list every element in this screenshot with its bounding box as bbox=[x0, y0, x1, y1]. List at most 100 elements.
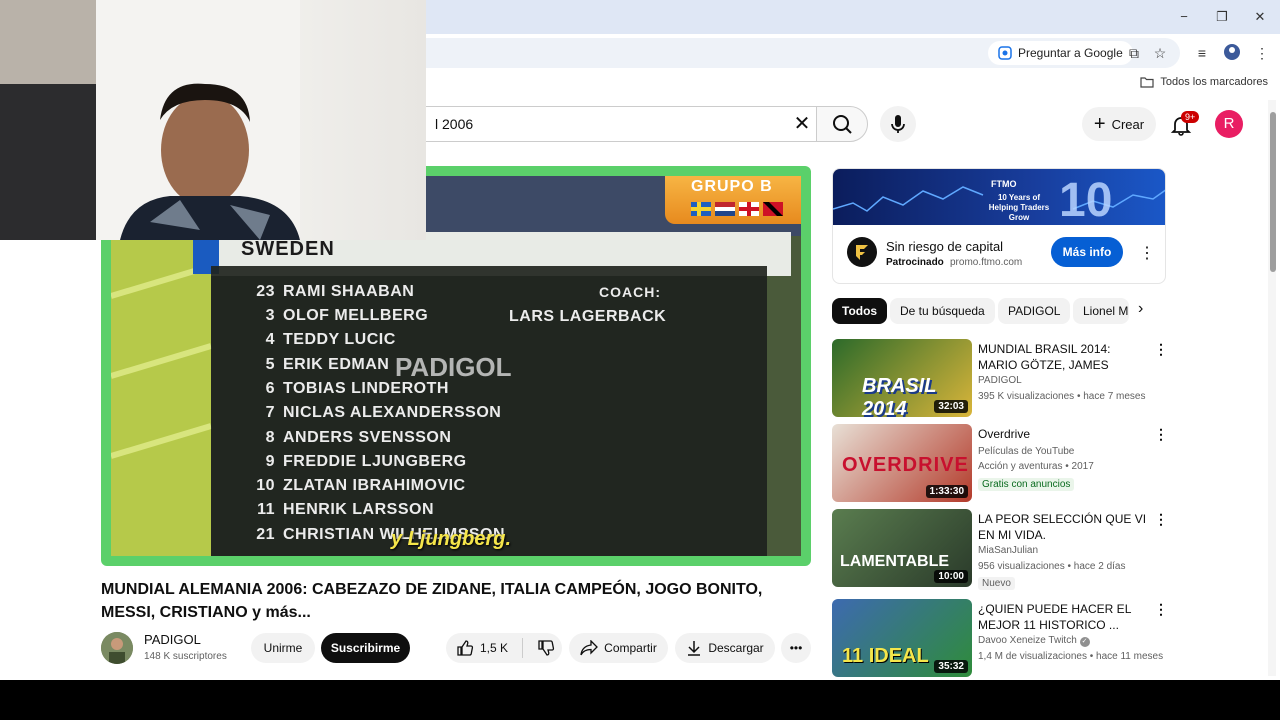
ad-banner[interactable]: FTMO 10 Years of Helping Traders Grow 10 bbox=[833, 169, 1165, 227]
star-icon[interactable]: ☆ bbox=[1150, 43, 1170, 63]
browser-screen: − ❐ ✕ Preguntar a Google ⧉ ☆ ≡ ⋮ Todos l… bbox=[0, 0, 1280, 680]
chrome-menu-icon[interactable]: ⋮ bbox=[1252, 43, 1272, 63]
lineup-row: 9 FREDDIE LJUNGBERG bbox=[265, 453, 467, 470]
channel-watermark: PADIGOL bbox=[395, 352, 512, 382]
media-control-icon[interactable]: ≡ bbox=[1192, 43, 1212, 63]
lineup-row: 4 TEDDY LUCIC bbox=[265, 331, 396, 348]
video-menu-icon[interactable]: ⋮ bbox=[1154, 601, 1168, 618]
profile-icon[interactable] bbox=[1222, 43, 1242, 63]
recommended-video[interactable]: OVERDRIVE 1:33:30 Overdrive Películas de… bbox=[832, 424, 1168, 504]
all-bookmarks[interactable]: Todos los marcadores bbox=[1140, 76, 1268, 88]
ad-sponsored-label: Patrocinado bbox=[886, 257, 944, 268]
recommended-video[interactable]: BRASIL 2014 32:03 MUNDIAL BRASIL 2014: M… bbox=[832, 339, 1168, 419]
chip-lionel[interactable]: Lionel M bbox=[1073, 298, 1129, 324]
video-menu-icon[interactable]: ⋮ bbox=[1154, 426, 1168, 443]
lineup-row: 3 OLOF MELLBERG bbox=[265, 307, 429, 324]
chip-de-tu-busqueda[interactable]: De tu búsqueda bbox=[890, 298, 995, 324]
thumbnail-text: 11 IDEAL bbox=[842, 645, 929, 667]
verified-icon: ✓ bbox=[1079, 637, 1090, 647]
channel-name[interactable]: PADIGOL bbox=[978, 375, 1022, 386]
lineup-row: 7 NICLAS ALEXANDERSSON bbox=[265, 404, 502, 421]
video-thumbnail[interactable]: LAMENTABLE 10:00 bbox=[832, 509, 972, 587]
video-thumbnail[interactable]: BRASIL 2014 32:03 bbox=[832, 339, 972, 417]
all-bookmarks-label: Todos los marcadores bbox=[1160, 76, 1268, 88]
ad-more-info-button[interactable]: Más info bbox=[1051, 237, 1123, 267]
free-with-ads-badge: Gratis con anuncios bbox=[978, 478, 1075, 491]
video-stats: 395 K visualizaciones • hace 7 meses bbox=[978, 391, 1146, 402]
channel-avatar[interactable] bbox=[101, 632, 133, 664]
webcam-person-image bbox=[0, 0, 300, 240]
ad-title[interactable]: Sin riesgo de capital bbox=[886, 239, 1003, 254]
voice-search-button[interactable] bbox=[880, 106, 916, 142]
coach-label: COACH: bbox=[599, 284, 661, 300]
minimize-icon[interactable]: − bbox=[1174, 8, 1194, 26]
chip-padigol[interactable]: PADIGOL bbox=[998, 298, 1071, 324]
channel-name[interactable]: Películas de YouTube bbox=[978, 446, 1074, 457]
recommended-video[interactable]: LAMENTABLE 10:00 LA PEOR SELECCIÓN QUE V… bbox=[832, 509, 1168, 590]
lineup-row: 10 ZLATAN IBRAHIMOVIC bbox=[256, 477, 466, 494]
search-input[interactable]: l 2006 bbox=[380, 106, 816, 142]
video-thumbnail[interactable]: OVERDRIVE 1:33:30 bbox=[832, 424, 972, 502]
lineup-row: 11 HENRIK LARSSON bbox=[257, 501, 435, 518]
download-icon bbox=[688, 641, 701, 656]
download-button[interactable]: Descargar bbox=[675, 633, 775, 663]
create-button[interactable]: + Crear bbox=[1082, 107, 1156, 141]
recommended-video[interactable]: 11 IDEAL 35:32 ¿QUIEN PUEDE HACER EL MEJ… bbox=[832, 599, 1168, 679]
close-window-icon[interactable]: ✕ bbox=[1250, 8, 1270, 26]
like-count[interactable]: 1,5 K bbox=[480, 641, 508, 655]
ask-google-label: Preguntar a Google bbox=[1018, 46, 1123, 60]
ad-card[interactable]: FTMO 10 Years of Helping Traders Grow 10… bbox=[832, 168, 1166, 284]
ad-banner-text: 10 Years of Helping Traders Grow bbox=[988, 193, 1050, 222]
create-label: Crear bbox=[1111, 116, 1145, 132]
subscribe-button[interactable]: Suscribirme bbox=[321, 633, 410, 663]
share-label: Compartir bbox=[604, 641, 657, 655]
folder-icon bbox=[1140, 77, 1154, 88]
new-badge: Nuevo bbox=[978, 577, 1015, 590]
ad-domain: promo.ftmo.com bbox=[950, 257, 1023, 268]
lineup-row: 23 RAMI SHAABAN bbox=[256, 283, 415, 300]
video-title: MUNDIAL ALEMANIA 2006: CABEZAZO DE ZIDAN… bbox=[101, 581, 763, 621]
thumbs-up-icon[interactable] bbox=[456, 639, 474, 657]
webcam-overlay bbox=[0, 0, 426, 240]
coach-name: LARS LAGERBACK bbox=[509, 308, 667, 325]
video-title[interactable]: ¿QUIEN PUEDE HACER EL MEJOR 11 HISTORICO… bbox=[978, 601, 1150, 633]
scrollbar-thumb[interactable] bbox=[1270, 112, 1276, 272]
lens-icon bbox=[998, 46, 1012, 60]
join-button[interactable]: Unirme bbox=[251, 633, 315, 663]
search-button[interactable] bbox=[816, 106, 868, 142]
install-app-icon[interactable]: ⧉ bbox=[1124, 43, 1144, 63]
video-title[interactable]: MUNDIAL BRASIL 2014: MARIO GÖTZE, JAMES … bbox=[978, 341, 1150, 373]
share-button[interactable]: Compartir bbox=[569, 633, 668, 663]
group-badge-label: GRUPO B bbox=[691, 178, 773, 195]
video-title[interactable]: LA PEOR SELECCIÓN QUE VI EN MI VIDA. bbox=[978, 511, 1150, 543]
video-duration: 35:32 bbox=[934, 660, 968, 673]
ad-menu-icon[interactable]: ⋮ bbox=[1139, 243, 1155, 263]
video-menu-icon[interactable]: ⋮ bbox=[1154, 341, 1168, 358]
account-avatar[interactable]: R bbox=[1215, 110, 1243, 138]
ad-banner-number: 10 bbox=[1059, 174, 1113, 227]
share-icon bbox=[580, 640, 599, 656]
more-actions-icon[interactable]: ••• bbox=[781, 633, 811, 663]
video-menu-icon[interactable]: ⋮ bbox=[1154, 511, 1168, 528]
lineup-row: 8 ANDERS SVENSSON bbox=[265, 429, 452, 446]
chip-todos[interactable]: Todos bbox=[832, 298, 888, 324]
ad-logo-icon[interactable] bbox=[847, 237, 877, 267]
channel-name[interactable]: Davoo Xeneize Twitch ✓ bbox=[978, 635, 1090, 647]
ask-google-button[interactable]: Preguntar a Google bbox=[988, 41, 1133, 65]
video-stats: Acción y aventuras • 2017 bbox=[978, 461, 1094, 472]
thumbs-down-icon[interactable] bbox=[537, 639, 555, 657]
thumbnail-text: LAMENTABLE bbox=[840, 553, 950, 570]
restore-icon[interactable]: ❐ bbox=[1212, 8, 1232, 26]
subscriber-count: 148 K suscriptores bbox=[144, 651, 227, 662]
channel-name[interactable]: PADIGOL bbox=[144, 632, 201, 647]
video-thumbnail[interactable]: 11 IDEAL 35:32 bbox=[832, 599, 972, 677]
chevron-right-icon[interactable]: › bbox=[1138, 300, 1143, 318]
video-duration: 10:00 bbox=[934, 570, 968, 583]
lineup-team-name: SWEDEN bbox=[241, 238, 335, 260]
video-title[interactable]: Overdrive bbox=[978, 426, 1150, 442]
clear-search-icon[interactable]: ✕ bbox=[790, 113, 814, 135]
like-dislike-group: 1,5 K bbox=[446, 633, 562, 663]
channel-name[interactable]: MiaSanJulian bbox=[978, 545, 1038, 556]
plus-icon: + bbox=[1093, 112, 1106, 135]
video-duration: 1:33:30 bbox=[925, 485, 968, 498]
